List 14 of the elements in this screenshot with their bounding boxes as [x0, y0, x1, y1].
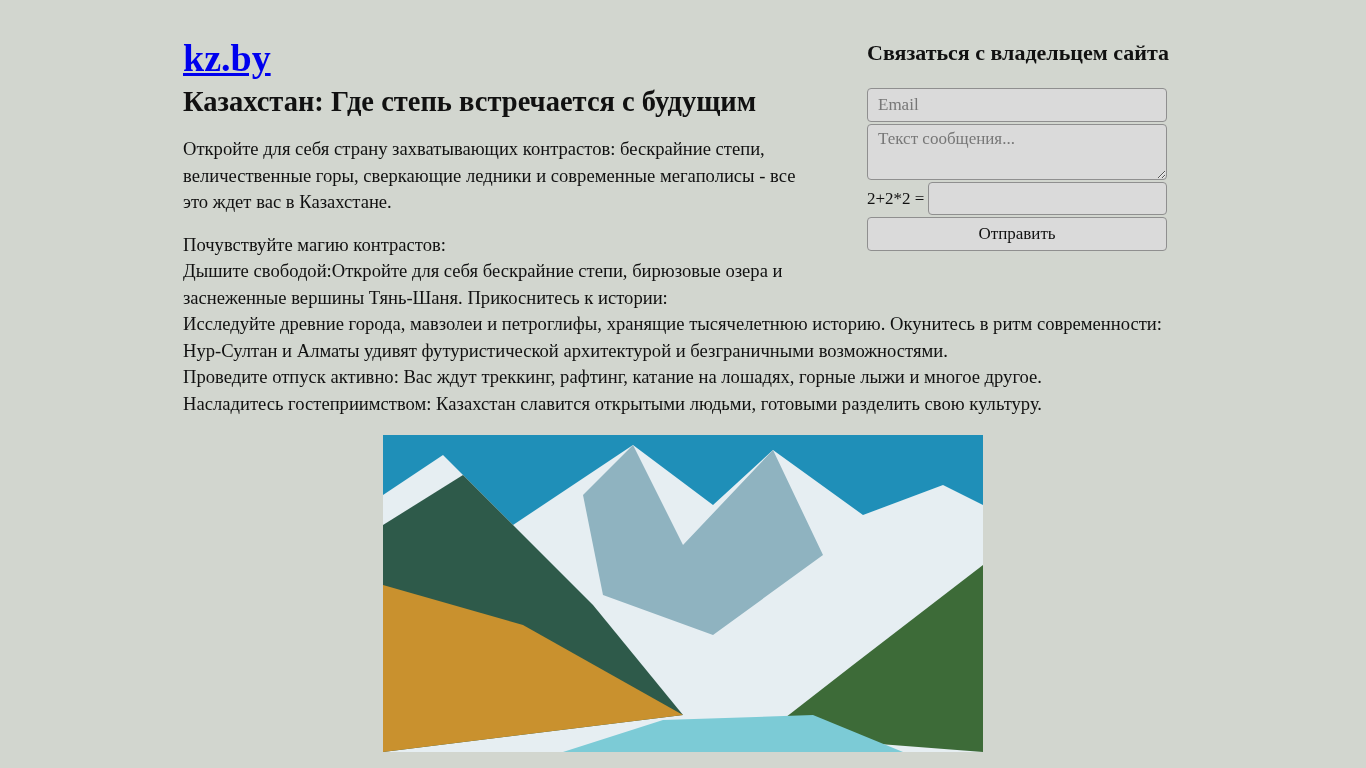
- form-title: Связаться с владельцем сайта: [867, 40, 1171, 66]
- message-field[interactable]: Текст сообщения...: [867, 124, 1167, 180]
- captcha-field[interactable]: [928, 182, 1167, 215]
- email-field[interactable]: Email: [867, 88, 1167, 122]
- body-line: Дышите свободой:Откройте для себя бескрайние степи, бирюзовые озера и заснеженные вершины Тянь-Шаня. Прикоснитесь к истории:: [183, 259, 784, 310]
- body-line: Исследуйте древние города, мавзолеи и петроглифы, хранящие тысячелетнюю историю. Окунитесь в ритм современности: Нур-Султан и Алматы удивят футуристической архитектурой и безграничными возможностями.: [183, 312, 1163, 363]
- captcha-label: 2+2*2 =: [867, 188, 925, 209]
- article-title: Казахстан: Где степь встречается с будущим: [183, 86, 758, 118]
- site-link[interactable]: kz.by: [183, 36, 271, 80]
- body-line: Проведите отпуск активно: Вас ждут треккинг, рафтинг, катание на лошадях, горные лыжи и многое другое.: [183, 365, 1043, 389]
- submit-button[interactable]: Отправить: [867, 217, 1167, 251]
- intro-paragraph: Откройте для себя страну захватывающих контрастов: бескрайние степи, величественные горы, сверкающие ледники и современные мегаполисы - все это ждет вас в Казахстане.: [183, 137, 797, 214]
- body-line: Насладитесь гостеприимством: Казахстан славится открытыми людьми, готовыми разделить свою культуру.: [183, 391, 1043, 416]
- body-line: Почувствуйте магию контрастов:: [183, 232, 447, 257]
